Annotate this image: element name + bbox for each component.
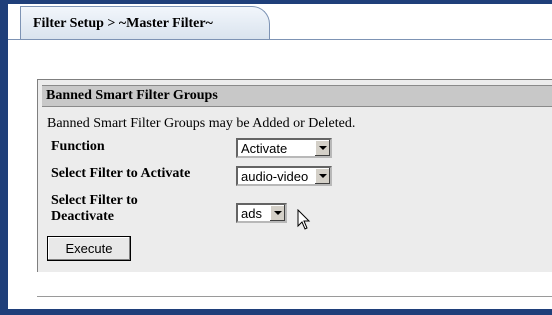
- tab-divider: [8, 39, 552, 40]
- mouse-pointer-icon: [297, 209, 311, 230]
- panel-description: Banned Smart Filter Groups may be Added …: [47, 116, 356, 131]
- tab-filter-setup[interactable]: Filter Setup > ~Master Filter~: [20, 6, 270, 40]
- window-frame-bottom: [0, 309, 552, 315]
- execute-button[interactable]: Execute: [47, 236, 131, 261]
- window-frame-top: [0, 0, 552, 4]
- panel-header: Banned Smart Filter Groups: [42, 85, 552, 107]
- function-select[interactable]: Activate: [236, 138, 332, 158]
- chevron-down-icon[interactable]: [314, 168, 330, 184]
- function-select-value: Activate: [241, 141, 288, 156]
- activate-filter-select-value: audio-video: [241, 169, 309, 184]
- panel-title: Banned Smart Filter Groups: [46, 88, 218, 103]
- deactivate-filter-select[interactable]: ads: [236, 203, 287, 223]
- function-label: Function: [51, 139, 105, 154]
- activate-filter-label: Select Filter to Activate: [51, 166, 191, 181]
- window-frame-left: [0, 0, 8, 315]
- filter-groups-panel: Banned Smart Filter Groups Banned Smart …: [37, 79, 552, 272]
- bottom-divider: [37, 296, 552, 297]
- tab-title: Filter Setup > ~Master Filter~: [33, 16, 213, 31]
- deactivate-filter-select-value: ads: [241, 206, 262, 221]
- activate-filter-select[interactable]: audio-video: [236, 166, 332, 186]
- deactivate-filter-label: Select Filter to Deactivate: [51, 193, 138, 224]
- chevron-down-icon[interactable]: [269, 205, 285, 221]
- chevron-down-icon[interactable]: [314, 140, 330, 156]
